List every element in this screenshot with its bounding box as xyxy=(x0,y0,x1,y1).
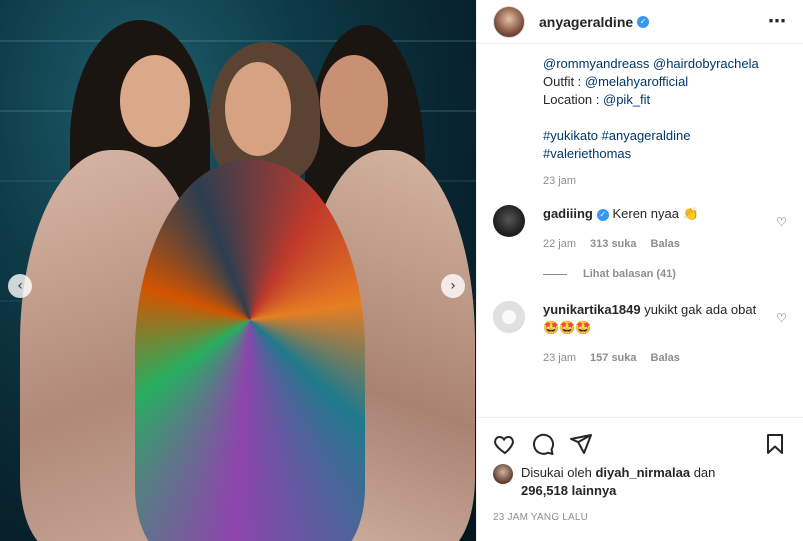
action-bar xyxy=(493,424,787,464)
comment-like-icon[interactable]: ♡ xyxy=(776,215,787,229)
view-replies-button[interactable]: Lihat balasan (41) xyxy=(543,265,761,283)
comments-scroll[interactable]: @rommyandreass @hairdobyrachela Outfit :… xyxy=(477,45,803,417)
post-header: anyageraldine ✓ ⋯ xyxy=(477,0,803,44)
comment-reply-button[interactable]: Balas xyxy=(651,235,680,253)
chevron-right-icon: › xyxy=(450,278,456,294)
caption-outfit-label: Outfit : xyxy=(543,74,585,89)
commenter-avatar[interactable] xyxy=(493,301,525,333)
author-avatar[interactable] xyxy=(493,5,525,38)
prev-image-button[interactable]: ‹ xyxy=(8,274,32,298)
caption-credits[interactable]: @rommyandreass @hairdobyrachela xyxy=(543,55,787,73)
post-photo[interactable]: ‹ › xyxy=(0,0,476,541)
next-image-button[interactable]: › xyxy=(441,274,465,298)
model-center-dress xyxy=(135,160,365,541)
post-sidebar: anyageraldine ✓ ⋯ @rommyandreass @hairdo… xyxy=(476,0,803,541)
commenter-avatar[interactable] xyxy=(493,205,525,237)
comment-reply-button[interactable]: Balas xyxy=(651,349,680,367)
verified-badge-icon: ✓ xyxy=(637,15,650,28)
liked-by-prefix: Disukai oleh xyxy=(521,465,596,480)
comment-item: yunikartika1849 yukikt gak ada obat🤩🤩🤩 2… xyxy=(493,301,787,367)
model-left-face xyxy=(120,55,190,147)
liker-avatar[interactable] xyxy=(493,464,513,484)
author-username[interactable]: anyageraldine xyxy=(539,14,633,30)
liked-by-user[interactable]: diyah_nirmalaa xyxy=(595,465,690,480)
liked-by-count[interactable]: 296,518 lainnya xyxy=(521,483,616,498)
commenter-username[interactable]: yunikartika1849 xyxy=(543,302,641,317)
chevron-left-icon: ‹ xyxy=(17,278,23,294)
post-footer: Disukai oleh diyah_nirmalaa dan 296,518 … xyxy=(477,417,803,541)
caption: @rommyandreass @hairdobyrachela Outfit :… xyxy=(543,55,787,163)
view-replies-label: Lihat balasan (41) xyxy=(583,268,676,280)
heart-icon[interactable] xyxy=(493,432,517,456)
likes-summary: Disukai oleh diyah_nirmalaa dan 296,518 … xyxy=(493,464,787,500)
more-options-icon[interactable]: ⋯ xyxy=(768,11,787,32)
verified-badge-icon: ✓ xyxy=(596,209,609,221)
replies-divider xyxy=(543,273,567,275)
liked-by-and: dan xyxy=(690,465,716,480)
caption-hashtags-2[interactable]: #valeriethomas xyxy=(543,145,787,163)
caption-hashtags[interactable]: #yukikato #anyageraldine xyxy=(543,127,787,145)
comment-item: gadiiing ✓ Keren nyaa 👏 22 jam 313 suka B… xyxy=(493,205,787,283)
caption-location-label: Location : xyxy=(543,92,603,107)
comment-text: Keren nyaa 👏 xyxy=(612,206,699,221)
share-icon[interactable] xyxy=(569,432,593,456)
model-right-face xyxy=(320,55,388,147)
comment-icon[interactable] xyxy=(531,432,555,456)
comment-likes[interactable]: 157 suka xyxy=(590,349,636,367)
model-center-face xyxy=(225,62,291,156)
comment-time[interactable]: 23 jam xyxy=(543,349,576,367)
caption-location-link[interactable]: @pik_fit xyxy=(603,92,650,107)
comment-likes[interactable]: 313 suka xyxy=(590,235,636,253)
comment-like-icon[interactable]: ♡ xyxy=(776,311,787,325)
post-timestamp[interactable]: 23 JAM YANG LALU xyxy=(493,512,787,523)
commenter-username[interactable]: gadiiing xyxy=(543,206,593,221)
caption-outfit-link[interactable]: @melahyarofficial xyxy=(585,74,688,89)
comment-time[interactable]: 22 jam xyxy=(543,235,576,253)
caption-time: 23 jam xyxy=(543,175,577,187)
bookmark-icon[interactable] xyxy=(763,432,787,456)
